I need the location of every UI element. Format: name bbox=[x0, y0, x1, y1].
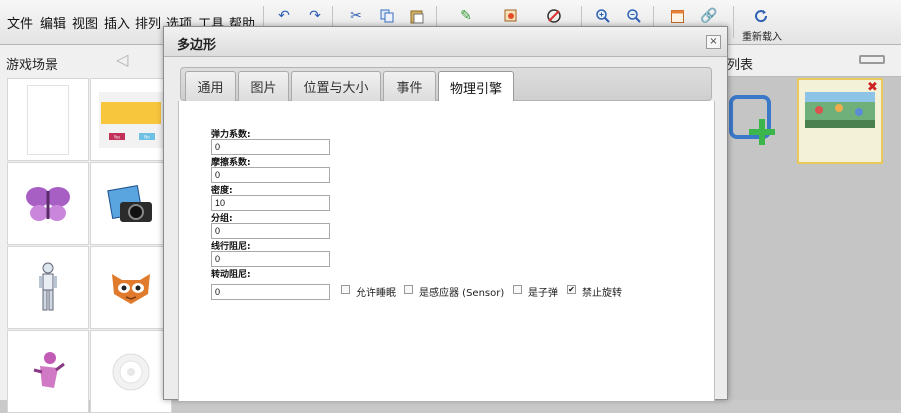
group-input[interactable] bbox=[211, 223, 330, 239]
menu-arrange[interactable]: 排列 bbox=[135, 13, 161, 32]
polygon-dialog: 多边形 × 通用 图片 位置与大小 事件 物理引擎 弹力系数: 摩擦系数: 密度… bbox=[163, 26, 728, 401]
cut-icon[interactable]: ✂ bbox=[347, 8, 365, 24]
zoom-in-icon[interactable] bbox=[594, 8, 612, 24]
zoom-out-icon[interactable] bbox=[625, 8, 643, 24]
allow-sleep-label: 允许睡眠 bbox=[356, 288, 396, 299]
sensor-checkbox[interactable] bbox=[404, 285, 413, 294]
tab-general[interactable]: 通用 bbox=[185, 71, 236, 101]
menu-insert[interactable]: 插入 bbox=[104, 13, 130, 32]
chevron-left-icon[interactable]: ◁ bbox=[116, 50, 128, 69]
tab-events[interactable]: 事件 bbox=[383, 71, 436, 101]
fixed-rotation-checkbox[interactable]: ✔ bbox=[567, 285, 576, 294]
reload-icon[interactable] bbox=[752, 8, 770, 24]
redo-icon[interactable]: ↷ bbox=[306, 8, 324, 24]
dialog-titlebar: 多边形 × bbox=[164, 27, 727, 57]
add-scene-button[interactable] bbox=[729, 95, 781, 147]
paste-icon[interactable] bbox=[408, 8, 426, 24]
pencil-icon[interactable]: ✎ bbox=[457, 8, 475, 24]
angular-damping-label: 转动阻尼: bbox=[211, 270, 251, 280]
dialog-tabs: 通用 图片 位置与大小 事件 物理引擎 bbox=[180, 67, 712, 102]
dialog-title: 多边形 bbox=[177, 38, 217, 53]
sprite-disc[interactable] bbox=[90, 330, 172, 413]
tab-image[interactable]: 图片 bbox=[238, 71, 289, 101]
bullet-label: 是子弹 bbox=[528, 288, 558, 299]
panel-title: 游戏场景 bbox=[6, 58, 59, 73]
scene-list-panel: 列表 ✖ bbox=[713, 45, 901, 400]
link-icon[interactable]: 🔗 bbox=[700, 8, 718, 24]
image-edit-icon[interactable] bbox=[502, 8, 520, 24]
restitution-input[interactable] bbox=[211, 139, 330, 155]
angular-damping-input[interactable] bbox=[211, 284, 330, 300]
tab-position-size[interactable]: 位置与大小 bbox=[291, 71, 381, 101]
sensor-label: 是感应器 (Sensor) bbox=[419, 288, 505, 299]
sprite-robot[interactable] bbox=[7, 246, 89, 329]
sprite-fox-face[interactable] bbox=[90, 246, 172, 329]
undo-icon[interactable]: ↶ bbox=[275, 8, 293, 24]
toolbar-separator bbox=[733, 6, 734, 38]
frame-icon[interactable] bbox=[668, 8, 686, 24]
linear-damping-input[interactable] bbox=[211, 251, 330, 267]
friction-input[interactable] bbox=[211, 167, 330, 183]
menu-edit[interactable]: 编辑 bbox=[40, 13, 66, 32]
fixed-rotation-label: 禁止旋转 bbox=[582, 288, 622, 299]
color-icon[interactable] bbox=[545, 8, 563, 24]
bullet-checkbox[interactable] bbox=[513, 285, 522, 294]
sprite-camera[interactable] bbox=[90, 162, 172, 245]
thumb-yes-label: Yes bbox=[113, 134, 120, 139]
allow-sleep-checkbox[interactable] bbox=[341, 285, 350, 294]
copy-icon[interactable] bbox=[378, 8, 396, 24]
reload-label[interactable]: 重新载入 bbox=[742, 28, 782, 43]
dialog-close-button[interactable]: × bbox=[706, 35, 721, 49]
density-input[interactable] bbox=[211, 195, 330, 211]
menu-view[interactable]: 视图 bbox=[72, 13, 98, 32]
scene-tile-blank[interactable] bbox=[7, 78, 89, 161]
collapse-icon[interactable] bbox=[859, 55, 885, 64]
add-icon bbox=[729, 95, 775, 145]
game-scene-panel: 游戏场景 ◁ Yes No bbox=[0, 45, 172, 413]
sprite-butterfly[interactable] bbox=[7, 162, 89, 245]
tab-physics[interactable]: 物理引擎 bbox=[438, 71, 514, 102]
thumb-no-label: No bbox=[144, 134, 150, 139]
physics-tab-content: 弹力系数: 摩擦系数: 密度: 分组: 线行阻尼: 转动阻尼: 允许睡眠 是感应… bbox=[178, 101, 715, 401]
panel-title: 列表 bbox=[727, 58, 754, 73]
scene-tile-dialog[interactable]: Yes No bbox=[90, 78, 172, 161]
sprite-dancer[interactable] bbox=[7, 330, 89, 413]
panel-header: 列表 bbox=[713, 45, 901, 77]
close-icon[interactable]: ✖ bbox=[867, 80, 878, 95]
menu-file[interactable]: 文件 bbox=[7, 13, 33, 32]
